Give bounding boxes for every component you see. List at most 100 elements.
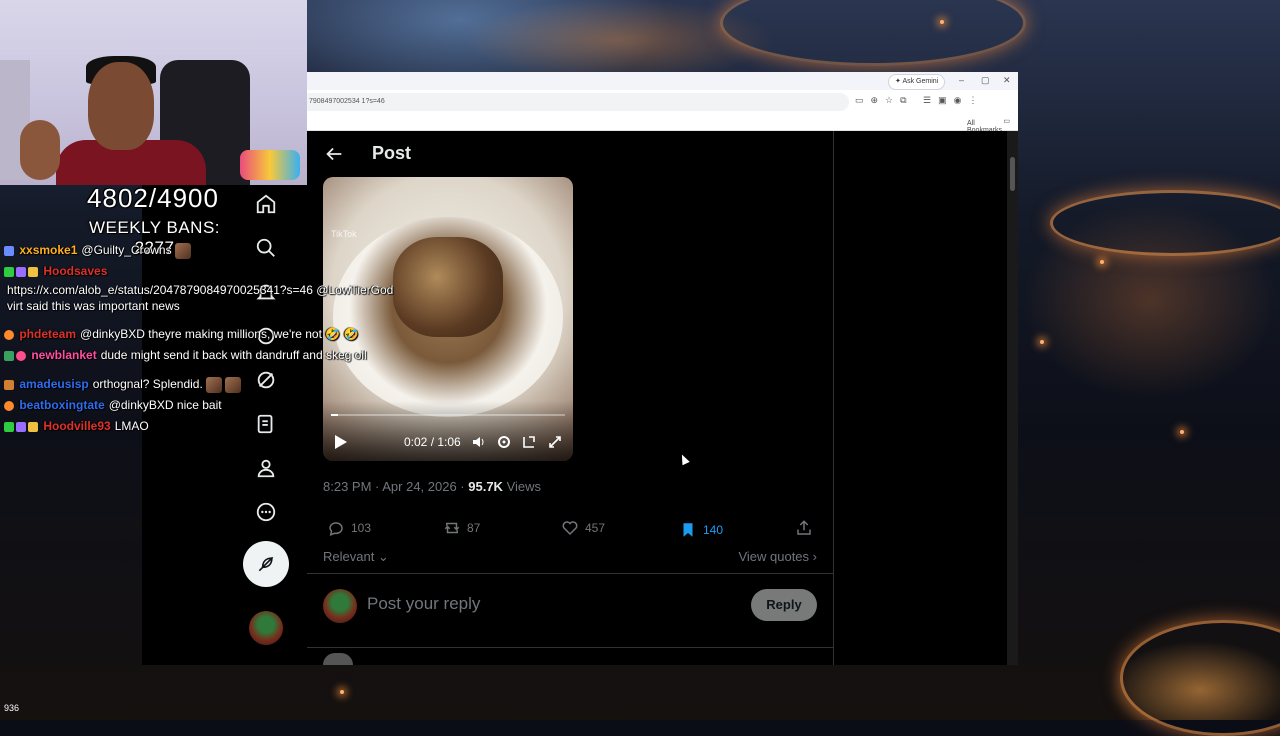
webcam-feed	[0, 0, 307, 185]
chat-text: @dinkyBXD theyre making millions, we're …	[80, 327, 359, 341]
view-quotes-link[interactable]: View quotes ›	[738, 549, 817, 564]
chat-text: @Guilty_Crowns	[81, 243, 172, 257]
maximize-icon[interactable]: ▢	[981, 75, 990, 86]
address-bar: 7908497002534 1?s=46 ▭⊕☆⧉ ☰▣◉⋮	[307, 90, 1018, 114]
post-timestamp[interactable]: 8:23 PM · Apr 24, 2026 ·	[323, 479, 468, 494]
compose-post-button[interactable]	[243, 541, 289, 587]
chat-badge-icon	[4, 329, 14, 340]
post-header: Post	[307, 131, 833, 177]
chat-username: newblanket	[31, 348, 97, 362]
repost-action[interactable]: 87	[443, 519, 480, 537]
viewer-count: 936	[4, 703, 20, 713]
bookmarks-bar: ▭ All Bookmarks	[307, 114, 1018, 134]
chat-message: Hoodville93 LMAO	[4, 416, 404, 437]
chat-badge-icon	[16, 421, 26, 432]
url-field[interactable]: 7908497002534 1?s=46	[307, 93, 849, 111]
bg-ring	[1120, 620, 1280, 736]
bg-light	[1100, 260, 1104, 264]
repost-icon	[444, 522, 460, 534]
chat-text: LMAO	[114, 419, 149, 433]
reply-action[interactable]: 103	[327, 519, 371, 537]
video-content	[393, 237, 503, 337]
like-count: 457	[585, 521, 606, 535]
views-label: Views	[502, 479, 542, 494]
fullscreen-icon[interactable]	[547, 434, 563, 450]
minimize-icon[interactable]: –	[959, 75, 964, 85]
ask-gemini-button[interactable]: ✦ Ask Gemini	[888, 74, 946, 90]
reply-count: 103	[351, 521, 372, 535]
emote-icon	[224, 376, 241, 393]
profile-icon[interactable]	[254, 456, 278, 480]
share-action[interactable]	[795, 519, 819, 537]
browser-toolbar-icons[interactable]: ▭⊕☆⧉ ☰▣◉⋮	[855, 95, 984, 106]
page-scrollbar[interactable]	[1007, 131, 1018, 665]
reply-avatar	[323, 589, 357, 623]
chat-message: Hoodsaves https://x.com/alob_e/status/20…	[4, 261, 404, 324]
chat-message: xxsmoke1 @Guilty_Crowns	[4, 240, 404, 261]
reply-sort-row: Relevant ⌄ View quotes ›	[323, 549, 817, 565]
repost-count: 87	[467, 521, 481, 535]
back-arrow-icon[interactable]	[323, 143, 345, 165]
more-icon[interactable]	[254, 500, 278, 524]
bg-light	[340, 690, 344, 694]
account-avatar[interactable]	[249, 611, 283, 645]
chevron-down-icon: ⌄	[374, 549, 389, 564]
chat-badge-icon	[4, 400, 14, 411]
chat-username: beatboxingtate	[19, 398, 105, 412]
reply-button[interactable]: Reply	[751, 589, 817, 621]
sort-label: Relevant	[323, 549, 375, 564]
feather-icon	[258, 556, 274, 572]
bookmark-icon	[683, 523, 693, 537]
chat-text: orthognal? Splendid.	[92, 377, 203, 391]
emote-icon	[174, 242, 191, 259]
bg-light	[1040, 340, 1044, 344]
ask-gemini-label: Ask Gemini	[902, 78, 939, 85]
page-title: Post	[372, 143, 412, 163]
like-action[interactable]: 457	[561, 519, 605, 537]
verified-badge-icon	[4, 266, 14, 277]
post-actions: 103 87 457 140	[323, 519, 819, 541]
bg-light	[1180, 430, 1184, 434]
reply-icon	[329, 522, 343, 536]
views-count: 95.7K	[468, 479, 503, 494]
bookmark-count: 140	[703, 523, 724, 537]
heart-icon	[562, 521, 578, 536]
home-icon[interactable]	[254, 192, 278, 216]
emote-icon	[205, 376, 222, 393]
chat-username: Hoodville93	[43, 419, 111, 433]
bookmark-action[interactable]: 140	[679, 521, 723, 539]
x-post-page: Post TikTok 0:02 / 1:06 8:23 PM · Apr 24…	[307, 131, 1018, 665]
divider	[307, 647, 833, 648]
divider	[307, 573, 833, 574]
chat-badge-icon	[4, 350, 14, 361]
chat-message: phdeteam @dinkyBXD theyre making millions…	[4, 324, 404, 345]
sort-dropdown[interactable]: Relevant ⌄	[323, 549, 389, 564]
chat-message: amadeusisp orthognal? Splendid.	[4, 374, 404, 395]
browser-window: ✦ Ask Gemini – ▢ ✕ 7908497002534 1?s=46 …	[307, 72, 1018, 665]
sub-goal-counter: 4802/4900	[87, 183, 219, 213]
video-time: 0:02 / 1:06	[404, 435, 461, 449]
chat-username: xxsmoke1	[19, 243, 78, 257]
chat-badge-icon	[28, 266, 38, 277]
chat-badge-icon	[4, 379, 14, 390]
chat-message: newblanket dude might send it back with d…	[4, 345, 404, 366]
chat-username: amadeusisp	[19, 377, 89, 391]
chat-message: beatboxingtate @dinkyBXD nice bait	[4, 395, 404, 416]
chat-badge-icon	[16, 266, 26, 277]
share-icon	[797, 520, 811, 535]
chat-username: phdeteam	[19, 327, 77, 341]
reply-input[interactable]: Post your reply	[367, 594, 480, 614]
verified-badge-icon	[4, 421, 14, 432]
view-quotes-label: View quotes	[738, 549, 810, 564]
close-icon[interactable]: ✕	[1003, 75, 1011, 86]
scrollbar-thumb[interactable]	[1010, 157, 1015, 191]
stream-chat: xxsmoke1 @Guilty_Crowns Hoodsaves https:/…	[4, 240, 404, 437]
volume-icon[interactable]	[471, 434, 487, 450]
chat-badge-icon	[28, 421, 38, 432]
chat-text: https://x.com/alob_e/status/204787908497…	[7, 283, 394, 313]
pip-icon[interactable]	[521, 434, 537, 450]
all-bookmarks-link[interactable]: ▭ All Bookmarks	[967, 117, 1010, 134]
chat-username: Hoodsaves	[43, 264, 108, 278]
settings-gear-icon[interactable]	[496, 434, 512, 450]
heart-badge-icon	[16, 350, 26, 361]
